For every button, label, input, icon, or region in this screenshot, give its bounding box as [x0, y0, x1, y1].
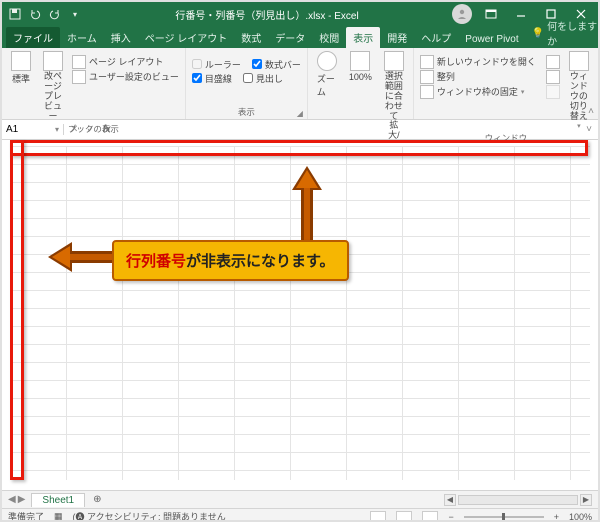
tab-home[interactable]: ホーム: [60, 27, 104, 48]
new-window-button[interactable]: 新しいウィンドウを開く: [420, 54, 536, 69]
split-icon: [546, 55, 560, 69]
show-launcher-icon[interactable]: ◢: [297, 109, 303, 118]
custom-views-icon: [72, 70, 86, 84]
tab-review[interactable]: 校閲: [312, 27, 346, 48]
tell-me[interactable]: 💡 何をしますか: [532, 18, 598, 48]
split-button[interactable]: [546, 54, 560, 69]
sheet-tab-bar: ◀ ▶ Sheet1 ⊕ ◀ ▶: [2, 490, 598, 508]
freeze-icon: [420, 85, 434, 99]
arrange-all-button[interactable]: 整列: [420, 69, 536, 84]
hide-button[interactable]: [546, 69, 560, 84]
tab-formulas[interactable]: 数式: [234, 27, 268, 48]
tab-insert[interactable]: 挿入: [104, 27, 138, 48]
new-window-icon: [420, 55, 434, 69]
hscroll-left-icon[interactable]: ◀: [444, 494, 456, 506]
group-show: ルーラー 数式バー 目盛線 見出し 表示◢: [186, 48, 308, 119]
redo-icon[interactable]: [48, 7, 62, 21]
collapse-ribbon-icon[interactable]: ˄: [588, 106, 594, 117]
formula-bar-checkbox[interactable]: [252, 59, 262, 69]
group-workbook-views: 標準 改ページ プレビュー ページ レイアウト ユーザー設定のビュー ブックの表…: [2, 48, 186, 119]
sheet-tab-sheet1[interactable]: Sheet1: [31, 493, 85, 507]
tell-me-label: 何をしますか: [547, 18, 598, 48]
sheet-area[interactable]: 行列番号が非表示になります。: [2, 140, 598, 490]
zoom-in-button[interactable]: +: [554, 512, 559, 522]
zoom-slider-thumb[interactable]: [502, 513, 505, 521]
ribbon-tabs: ファイル ホーム 挿入 ページ レイアウト 数式 データ 校閲 表示 開発 ヘル…: [2, 26, 598, 48]
annotation-highlight-column-headers: [10, 140, 588, 156]
zoom-100-icon: [350, 51, 370, 71]
excel-window: ▾ 行番号・列番号（列見出し）.xlsx - Excel ファイル ホーム 挿入…: [0, 0, 600, 522]
page-layout-button[interactable]: ページ レイアウト: [72, 54, 179, 69]
lightbulb-icon: 💡: [532, 28, 544, 39]
zoom-icon: [317, 51, 337, 71]
zoom-slider[interactable]: [464, 516, 544, 518]
arrange-icon: [420, 70, 434, 84]
ruler-checkbox[interactable]: [192, 59, 202, 69]
normal-view-button[interactable]: 標準: [8, 51, 34, 85]
hscroll-right-icon[interactable]: ▶: [580, 494, 592, 506]
tab-developer[interactable]: 開発: [380, 27, 414, 48]
sheet-nav-prev-icon[interactable]: ◀: [8, 494, 16, 505]
group-zoom: ズーム 100% 選択範囲に合わせて 拡大/縮小 ズーム: [308, 48, 414, 119]
tab-page-layout[interactable]: ページ レイアウト: [138, 27, 235, 48]
new-sheet-button[interactable]: ⊕: [85, 494, 109, 505]
ribbon-display-options-icon[interactable]: [476, 3, 506, 25]
zoom-100-button[interactable]: 100%: [346, 51, 375, 82]
zoom-button[interactable]: ズーム: [314, 51, 340, 98]
custom-views-button[interactable]: ユーザー設定のビュー: [72, 69, 179, 84]
annotation-highlight-row-headers: [10, 140, 24, 480]
hscroll-track[interactable]: [458, 495, 578, 505]
hide-icon: [546, 70, 560, 84]
window-title: 行番号・列番号（列見出し）.xlsx - Excel: [82, 7, 452, 22]
zoom-selection-button[interactable]: 選択範囲に合わせて 拡大/縮小: [381, 51, 407, 151]
tab-data[interactable]: データ: [268, 27, 312, 48]
headings-checkbox[interactable]: [243, 73, 253, 83]
qat-customize-icon[interactable]: ▾: [68, 7, 82, 21]
annotation-arrow-left: [42, 232, 122, 282]
tab-power-pivot[interactable]: Power Pivot: [458, 31, 525, 48]
account-avatar[interactable]: [452, 4, 472, 24]
unhide-button[interactable]: [546, 84, 560, 99]
undo-icon[interactable]: [28, 7, 42, 21]
group-window: 新しいウィンドウを開く 整列 ウィンドウ枠の固定▾ ウィンドウの 切り替え▾ ウ…: [414, 48, 599, 119]
view-page-break-icon[interactable]: [422, 511, 438, 522]
status-accessibility[interactable]: (🅐 アクセシビリティ: 問題ありません: [73, 510, 226, 522]
callout-highlight: 行列番号: [126, 253, 186, 270]
group-label-show: 表示◢: [192, 104, 301, 119]
switch-windows-icon: [569, 51, 589, 71]
page-break-label: 改ページ プレビュー: [43, 72, 63, 121]
switch-windows-button[interactable]: ウィンドウの 切り替え▾: [566, 51, 592, 130]
group-label-workbook-views: ブックの表示: [8, 121, 179, 136]
page-break-preview-button[interactable]: 改ページ プレビュー: [40, 51, 66, 121]
annotation-arrow-up: [282, 160, 332, 250]
page-break-icon: [43, 51, 63, 71]
view-page-layout-icon[interactable]: [396, 511, 412, 522]
ribbon: 標準 改ページ プレビュー ページ レイアウト ユーザー設定のビュー ブックの表…: [2, 48, 598, 120]
sheet-nav-next-icon[interactable]: ▶: [18, 494, 26, 505]
title-bar: ▾ 行番号・列番号（列見出し）.xlsx - Excel: [2, 2, 598, 26]
normal-view-label: 標準: [12, 72, 30, 85]
zoom-level[interactable]: 100%: [569, 512, 592, 522]
freeze-panes-button[interactable]: ウィンドウ枠の固定▾: [420, 84, 536, 99]
annotation-callout: 行列番号が非表示になります。: [112, 240, 349, 281]
zoom-selection-icon: [384, 51, 404, 71]
page-layout-icon: [72, 55, 86, 69]
gridlines-checkbox[interactable]: [192, 73, 202, 83]
tab-file[interactable]: ファイル: [6, 27, 60, 48]
callout-rest: が非表示になります。: [186, 253, 335, 270]
zoom-out-button[interactable]: −: [448, 512, 453, 522]
view-normal-icon[interactable]: [370, 511, 386, 522]
status-macro-icon[interactable]: ▦: [54, 511, 63, 522]
status-ready: 準備完了: [8, 510, 44, 522]
normal-view-icon: [11, 51, 31, 71]
status-bar: 準備完了 ▦ (🅐 アクセシビリティ: 問題ありません − + 100%: [2, 508, 598, 522]
unhide-icon: [546, 85, 560, 99]
horizontal-scrollbar[interactable]: ◀ ▶: [110, 494, 599, 506]
tab-view[interactable]: 表示: [346, 27, 380, 48]
tab-help[interactable]: ヘルプ: [414, 27, 458, 48]
save-icon[interactable]: [8, 7, 22, 21]
